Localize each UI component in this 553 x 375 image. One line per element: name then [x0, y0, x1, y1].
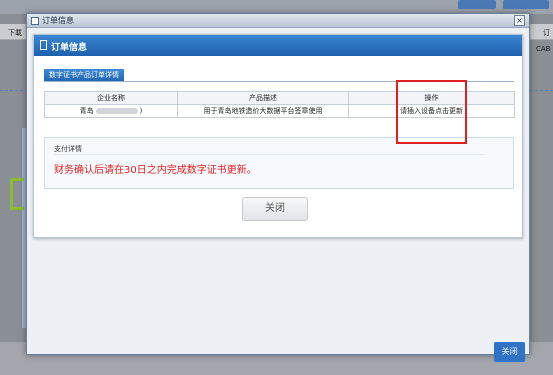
redacted-company-name	[95, 108, 138, 114]
company-cell: 青岛)	[44, 104, 178, 118]
document-icon	[40, 40, 47, 50]
window-close-icon[interactable]: ×	[514, 15, 525, 26]
background-left-label: 下載	[8, 29, 22, 37]
payment-message: 财务确认后请在30日之内完成数字证书更新。	[54, 165, 257, 176]
window-body: 订单信息 数字证书产品订单详情 企业名称 产品描述 操作 青岛) 用于青岛地铁造…	[27, 28, 529, 362]
company-name-suffix: )	[139, 107, 143, 115]
payment-title: 支付详情	[54, 145, 82, 153]
col-header-company: 企业名称	[44, 91, 178, 105]
window-icon	[31, 17, 39, 25]
description-cell: 用于青岛地铁造价大数据平台签章使用	[177, 104, 349, 118]
panel-title: 订单信息	[51, 43, 88, 53]
payment-details-box: 支付详情 财务确认后请在30日之内完成数字证书更新。	[44, 137, 514, 189]
company-name-prefix: 青岛	[79, 107, 94, 115]
order-info-window: 订单信息 × 订单信息 数字证书产品订单详情 企业名称 产品描述 操作 青岛)…	[26, 13, 530, 362]
window-title: 订单信息	[42, 16, 74, 25]
panel-close-button[interactable]: 关闭	[242, 197, 308, 221]
background-top-button	[458, 0, 496, 9]
dialog-close-button[interactable]: 关闭	[494, 342, 525, 362]
background-top-button	[503, 0, 549, 9]
window-titlebar[interactable]: 订单信息 ×	[27, 14, 529, 28]
payment-divider	[54, 154, 484, 155]
annotation-highlight-box	[396, 80, 467, 144]
background-green-marker	[10, 178, 24, 210]
col-header-description: 产品描述	[177, 91, 349, 105]
panel-header: 订单信息	[34, 35, 522, 56]
background-right-label-2: CAB	[536, 45, 551, 53]
background-right-label: 订	[543, 29, 550, 37]
